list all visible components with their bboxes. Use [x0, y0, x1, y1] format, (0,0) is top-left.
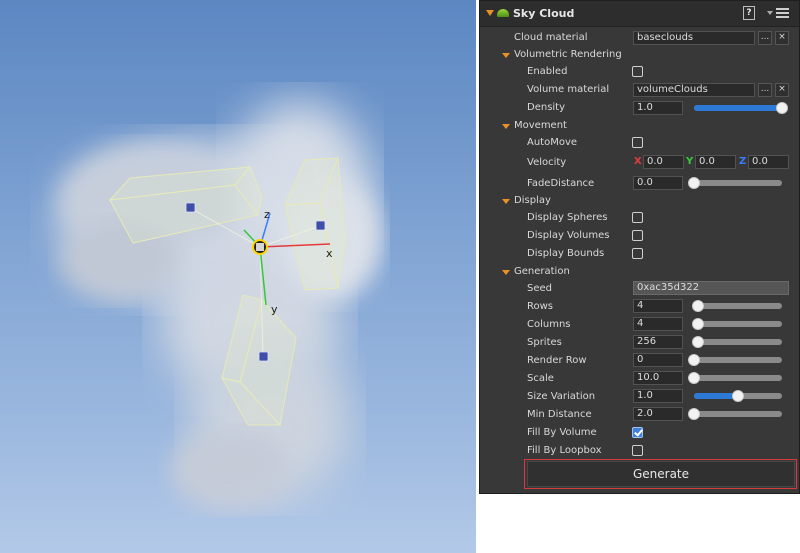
sprites-slider-track[interactable] — [694, 339, 782, 345]
volume-material-field[interactable]: volumeClouds — [633, 83, 755, 97]
render-row-slider-track[interactable] — [694, 357, 782, 363]
fill-by-loopbox-label: Fill By Loopbox — [527, 445, 602, 456]
sprites-slider-knob[interactable] — [692, 336, 704, 348]
automove-checkbox[interactable] — [632, 137, 643, 148]
sprites-field[interactable]: 256 — [633, 335, 683, 349]
volumetric-chevron-icon[interactable] — [502, 53, 510, 58]
scene-canvas: x y z — [60, 100, 380, 510]
node-icon-right — [315, 220, 326, 231]
scale-slider-knob[interactable] — [688, 372, 700, 384]
section-generation[interactable]: Generation — [514, 266, 570, 277]
density-slider-fill — [694, 105, 782, 111]
display-bounds-checkbox[interactable] — [632, 248, 643, 259]
min-distance-field[interactable]: 2.0 — [633, 407, 683, 421]
display-spheres-label: Display Spheres — [527, 212, 608, 223]
velocity-x-field[interactable]: 0.0 — [643, 155, 684, 169]
rows-slider-track[interactable] — [694, 303, 782, 309]
seed-field[interactable]: 0xac35d322 — [633, 281, 789, 295]
columns-slider-knob[interactable] — [692, 318, 704, 330]
velocity-z-label: Z — [739, 156, 747, 167]
fade-distance-field[interactable]: 0.0 — [633, 176, 683, 190]
collapse-chevron-icon[interactable] — [486, 10, 494, 16]
rows-label: Rows — [527, 301, 554, 312]
fill-by-volume-label: Fill By Volume — [527, 427, 597, 438]
fade-distance-slider-track[interactable] — [694, 180, 782, 186]
cloud-material-browse-button[interactable]: ... — [758, 31, 772, 45]
rows-slider-knob[interactable] — [692, 300, 704, 312]
display-bounds-label: Display Bounds — [527, 248, 605, 259]
scale-field[interactable]: 10.0 — [633, 371, 683, 385]
velocity-y-field[interactable]: 0.0 — [695, 155, 736, 169]
density-slider-knob[interactable] — [776, 102, 788, 114]
min-distance-slider-knob[interactable] — [688, 408, 700, 420]
fade-distance-slider-knob[interactable] — [688, 177, 700, 189]
cloud-material-field[interactable]: baseclouds — [633, 31, 755, 45]
display-volumes-checkbox[interactable] — [632, 230, 643, 241]
size-variation-slider-knob[interactable] — [732, 390, 744, 402]
volume-material-label: Volume material — [527, 84, 610, 95]
render-row-slider-knob[interactable] — [688, 354, 700, 366]
node-icon-bottom — [258, 351, 269, 362]
scene-viewport[interactable]: x y z — [0, 0, 476, 553]
enabled-label: Enabled — [527, 66, 568, 77]
density-field[interactable]: 1.0 — [633, 101, 683, 115]
columns-slider-track[interactable] — [694, 321, 782, 327]
render-row-label: Render Row — [527, 355, 587, 366]
menu-icon[interactable] — [767, 7, 795, 19]
rows-field[interactable]: 4 — [633, 299, 683, 313]
density-label: Density — [527, 102, 566, 113]
seed-label: Seed — [527, 283, 552, 294]
volume-material-clear-button[interactable]: × — [775, 83, 789, 97]
volume-material-browse-button[interactable]: ... — [758, 83, 772, 97]
automove-label: AutoMove — [527, 137, 578, 148]
sprites-label: Sprites — [527, 337, 562, 348]
axis-z-label: z — [264, 208, 270, 221]
enabled-checkbox[interactable] — [632, 66, 643, 77]
help-icon[interactable]: ? — [743, 6, 755, 20]
scale-label: Scale — [527, 373, 554, 384]
velocity-z-field[interactable]: 0.0 — [748, 155, 789, 169]
velocity-label: Velocity — [527, 157, 567, 168]
sky-cloud-icon — [497, 9, 509, 17]
size-variation-field[interactable]: 1.0 — [633, 389, 683, 403]
fill-by-loopbox-checkbox[interactable] — [632, 445, 643, 456]
movement-chevron-icon[interactable] — [502, 124, 510, 129]
cloud-material-clear-button[interactable]: × — [775, 31, 789, 45]
display-chevron-icon[interactable] — [502, 199, 510, 204]
cloud-material-label: Cloud material — [514, 32, 588, 43]
min-distance-label: Min Distance — [527, 409, 592, 420]
node-icon-left — [185, 202, 196, 213]
generation-chevron-icon[interactable] — [502, 270, 510, 275]
columns-label: Columns — [527, 319, 571, 330]
section-display[interactable]: Display — [514, 195, 551, 206]
panel-header: Sky Cloud ? — [480, 1, 799, 27]
display-spheres-checkbox[interactable] — [632, 212, 643, 223]
min-distance-slider-track[interactable] — [694, 411, 782, 417]
render-row-field[interactable]: 0 — [633, 353, 683, 367]
panel-title: Sky Cloud — [513, 7, 575, 20]
scale-slider-track[interactable] — [694, 375, 782, 381]
section-movement[interactable]: Movement — [514, 120, 567, 131]
fill-by-volume-checkbox[interactable] — [632, 427, 643, 438]
axis-y-label: y — [271, 303, 278, 316]
generate-button[interactable]: Generate — [527, 461, 795, 487]
columns-field[interactable]: 4 — [633, 317, 683, 331]
display-volumes-label: Display Volumes — [527, 230, 610, 241]
velocity-x-label: X — [634, 156, 642, 167]
velocity-y-label: Y — [686, 156, 694, 167]
size-variation-label: Size Variation — [527, 391, 596, 402]
section-volumetric-rendering[interactable]: Volumetric Rendering — [514, 49, 622, 60]
fade-distance-label: FadeDistance — [527, 178, 595, 189]
axis-x-label: x — [326, 247, 333, 260]
